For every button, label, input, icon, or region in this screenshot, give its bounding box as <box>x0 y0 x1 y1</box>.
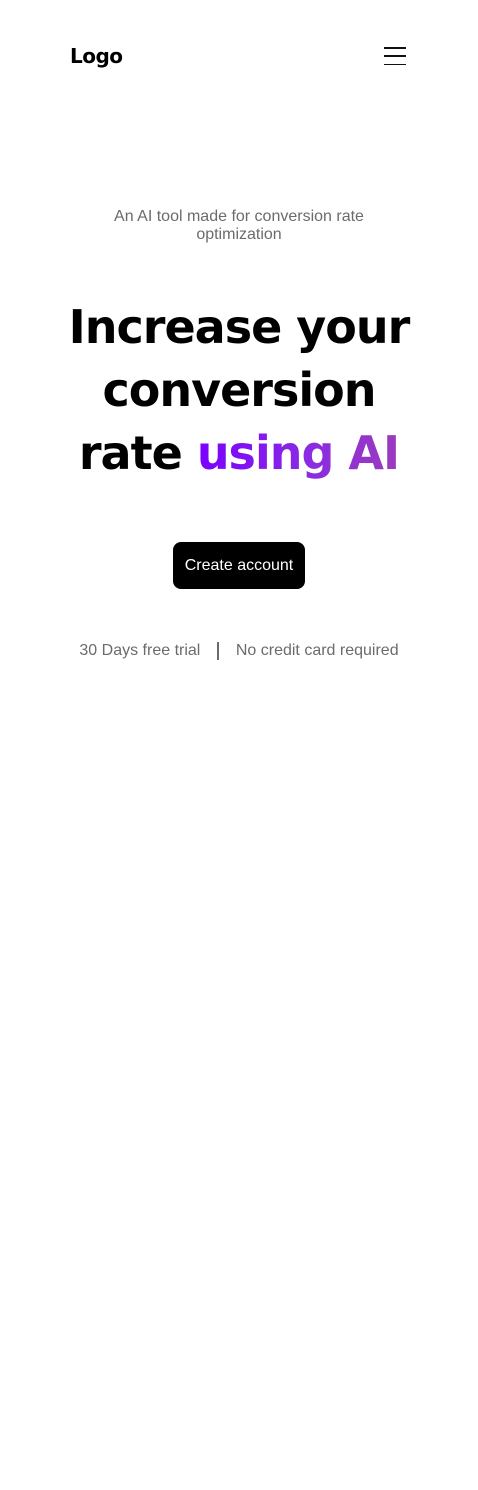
headline-accent-text: using AI <box>196 426 400 480</box>
hero-perks: 30 Days free trial No credit card requir… <box>0 642 478 660</box>
site-header: Logo <box>70 38 408 74</box>
logo[interactable]: Logo <box>70 44 123 68</box>
hamburger-menu-icon[interactable] <box>384 47 406 65</box>
menu-line <box>384 55 406 57</box>
hero-headline: Increase your conversion rate using AI <box>59 296 419 485</box>
menu-line <box>384 63 406 65</box>
perk-free-trial: 30 Days free trial <box>79 642 201 659</box>
perk-divider <box>217 642 219 660</box>
create-account-button[interactable]: Create account <box>172 542 306 589</box>
perk-no-credit-card: No credit card required <box>235 642 399 659</box>
hero-tagline: An AI tool made for conversion rate opti… <box>114 208 364 243</box>
hero-section: An AI tool made for conversion rate opti… <box>0 208 478 660</box>
menu-line <box>384 47 406 49</box>
